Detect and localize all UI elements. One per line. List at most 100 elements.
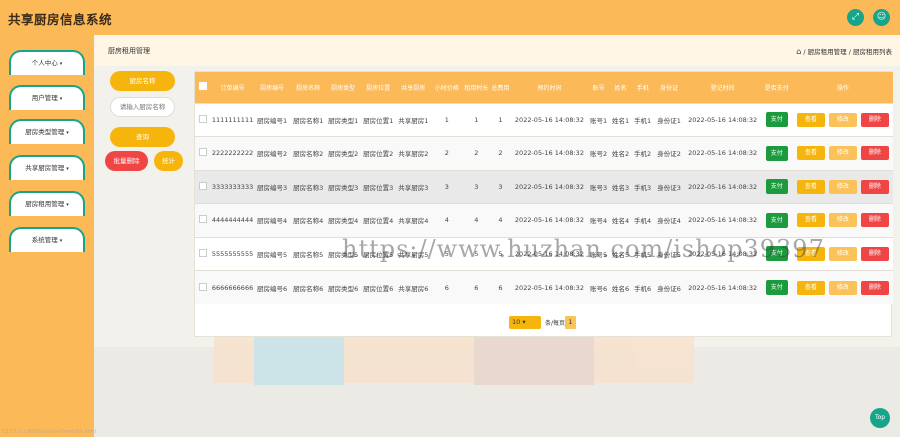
pay-cell: 支付: [761, 271, 793, 305]
sidebar: 个人中心 ▾ 用户管理 ▾ 厨房类型管理 ▾ 共享厨房管理 ▾ 厨房租用管理 ▾ 系统管理…: [0, 35, 94, 437]
main-content: 厨房租用管理 ⌂ / 厨房租用管理 / 厨房租用列表 厨房名称 请输入厨房名称 …: [94, 35, 900, 437]
column-header[interactable]: 厨房位置: [360, 72, 396, 103]
sidebar-item-kitchen-rentals[interactable]: 厨房租用管理 ▾: [9, 191, 85, 216]
table-cell: 厨房位置4: [363, 217, 394, 226]
actions-cell: 查看 修改 删除: [793, 271, 893, 305]
pay-cell: 支付: [761, 170, 793, 204]
table-cell: 厨房编号6: [257, 284, 288, 293]
view-button[interactable]: 查看: [796, 179, 825, 194]
search-input[interactable]: 请输入厨房名称: [110, 97, 175, 117]
table-cell: 姓名6: [611, 284, 630, 293]
sidebar-item-profile[interactable]: 个人中心 ▾: [9, 50, 85, 75]
column-header[interactable]: 订单编号: [211, 72, 254, 103]
table-cell: 6: [474, 283, 479, 292]
delete-button[interactable]: 删除: [860, 112, 889, 127]
delete-button[interactable]: 删除: [860, 146, 889, 161]
chevron-down-icon: ▾: [59, 238, 63, 244]
column-header[interactable]: 厨房类型: [326, 72, 360, 103]
user-icon[interactable]: ☺: [873, 9, 890, 26]
column-header[interactable]: 厨房编号: [254, 72, 290, 103]
fullscreen-icon[interactable]: ⤢: [847, 9, 864, 26]
home-icon[interactable]: ⌂: [796, 47, 801, 56]
actions-cell: 查看 修改 删除: [793, 170, 893, 204]
table-cell: 3333333333: [211, 182, 254, 191]
pay-button[interactable]: 支付: [765, 112, 788, 128]
edit-button[interactable]: 修改: [828, 179, 857, 194]
table-cell: 厨房名称3: [293, 183, 324, 192]
chevron-down-icon: ▾: [66, 202, 69, 208]
column-header[interactable]: 厨房名称: [290, 72, 326, 103]
table-cell: 姓名1: [611, 116, 630, 125]
column-header: 操作: [836, 84, 849, 92]
table-cell: 共享厨房1: [398, 116, 429, 125]
table-cell: 账号1: [589, 116, 608, 125]
table-cell: 4: [498, 216, 503, 225]
row-checkbox[interactable]: [195, 237, 211, 271]
table-cell: 1: [444, 115, 449, 124]
column-header[interactable]: 总费用: [489, 72, 511, 103]
view-button[interactable]: 查看: [796, 146, 825, 161]
stats-button[interactable]: 统计: [154, 151, 183, 171]
table-cell: 厨房名称1: [293, 116, 324, 125]
page-size-label: 条/每页: [545, 320, 566, 327]
edit-button[interactable]: 修改: [828, 213, 857, 228]
current-page-button[interactable]: 1: [565, 316, 576, 329]
row-checkbox[interactable]: [195, 204, 211, 238]
pay-button[interactable]: 支付: [765, 179, 788, 195]
column-header[interactable]: 租用时长: [463, 72, 489, 103]
view-button[interactable]: 查看: [796, 112, 825, 127]
table-cell: 账号3: [589, 183, 608, 192]
table-cell: 厨房编号2: [257, 150, 288, 159]
table-cell: 身份证2: [657, 150, 681, 159]
row-checkbox[interactable]: [195, 137, 211, 171]
search-button[interactable]: 查询: [110, 127, 175, 147]
table-cell: 共享厨房4: [398, 217, 429, 226]
table-cell: 厨房编号3: [257, 183, 288, 192]
table-cell: 账号6: [589, 284, 608, 293]
delete-button[interactable]: 删除: [860, 246, 889, 261]
view-button[interactable]: 查看: [796, 213, 825, 228]
pay-button[interactable]: 支付: [765, 212, 788, 228]
edit-button[interactable]: 修改: [828, 280, 857, 295]
table-cell: 2022-05-16 14:08:32: [514, 149, 584, 158]
sidebar-item-kitchen-types[interactable]: 厨房类型管理 ▾: [9, 119, 85, 144]
edit-button[interactable]: 修改: [828, 112, 857, 127]
table-cell: 2: [498, 149, 503, 158]
breadcrumb-bar: 厨房租用管理 ⌂ / 厨房租用管理 / 厨房租用列表: [94, 35, 900, 66]
pay-button[interactable]: 支付: [765, 280, 788, 295]
edit-button[interactable]: 修改: [828, 146, 857, 161]
column-header[interactable]: 姓名: [610, 72, 632, 103]
table-cell: 2: [444, 149, 449, 158]
page-size-select[interactable]: 10 ▾: [509, 316, 541, 329]
delete-button[interactable]: 删除: [860, 280, 889, 295]
table-cell: 2: [474, 149, 479, 158]
row-checkbox[interactable]: [195, 170, 211, 204]
sidebar-item-shared-kitchens[interactable]: 共享厨房管理 ▾: [9, 155, 85, 180]
column-header[interactable]: 预约时间: [511, 72, 587, 103]
back-to-top-button[interactable]: Top: [870, 408, 890, 428]
column-header[interactable]: 共享厨房: [396, 72, 430, 103]
row-checkbox[interactable]: [195, 271, 211, 305]
view-button[interactable]: 查看: [796, 280, 825, 295]
batch-delete-button[interactable]: 批量删除: [105, 151, 148, 171]
table-cell: 姓名2: [611, 150, 630, 159]
pay-button[interactable]: 支付: [765, 145, 788, 161]
table-cell: 手机4: [634, 217, 652, 226]
table-cell: 3: [474, 182, 479, 191]
row-checkbox[interactable]: [195, 103, 211, 137]
page-title: 厨房租用管理: [108, 47, 150, 55]
delete-button[interactable]: 删除: [860, 179, 889, 194]
column-header[interactable]: 身份证: [654, 72, 685, 103]
edit-button[interactable]: 修改: [828, 246, 857, 261]
table-cell: 3: [498, 182, 503, 191]
column-header[interactable]: 手机: [632, 72, 654, 103]
column-header[interactable]: 是否支付: [761, 72, 793, 103]
table-cell: 厨房名称2: [293, 150, 324, 159]
column-header[interactable]: 登记时间: [685, 72, 761, 103]
column-header[interactable]: 账号: [588, 72, 610, 103]
sidebar-item-system[interactable]: 系统管理 ▾: [9, 227, 85, 252]
select-all-checkbox[interactable]: [195, 72, 211, 103]
delete-button[interactable]: 删除: [860, 213, 889, 228]
sidebar-item-users[interactable]: 用户管理 ▾: [9, 85, 85, 110]
column-header[interactable]: 小时价格: [430, 72, 463, 103]
